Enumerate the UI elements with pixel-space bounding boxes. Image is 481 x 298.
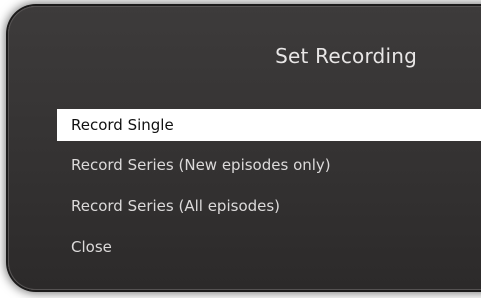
- dialog-title-text: Set Recording: [275, 44, 417, 68]
- recording-options-menu: Record Single Record Series (New episode…: [57, 109, 481, 268]
- menu-item-label: Record Series (New episodes only): [71, 156, 331, 174]
- dialog-title: Set Recording: [8, 44, 481, 68]
- set-recording-dialog: Set Recording Record Single Record Serie…: [8, 6, 481, 290]
- screen: Set Recording Record Single Record Serie…: [0, 0, 481, 298]
- record-series-all-option[interactable]: Record Series (All episodes): [57, 186, 481, 227]
- record-single-option[interactable]: Record Single: [57, 109, 481, 141]
- close-option[interactable]: Close: [57, 227, 481, 268]
- menu-item-label: Record Single: [71, 116, 174, 134]
- menu-item-label: Record Series (All episodes): [71, 197, 281, 215]
- record-series-new-option[interactable]: Record Series (New episodes only): [57, 145, 481, 186]
- menu-item-label: Close: [71, 238, 112, 256]
